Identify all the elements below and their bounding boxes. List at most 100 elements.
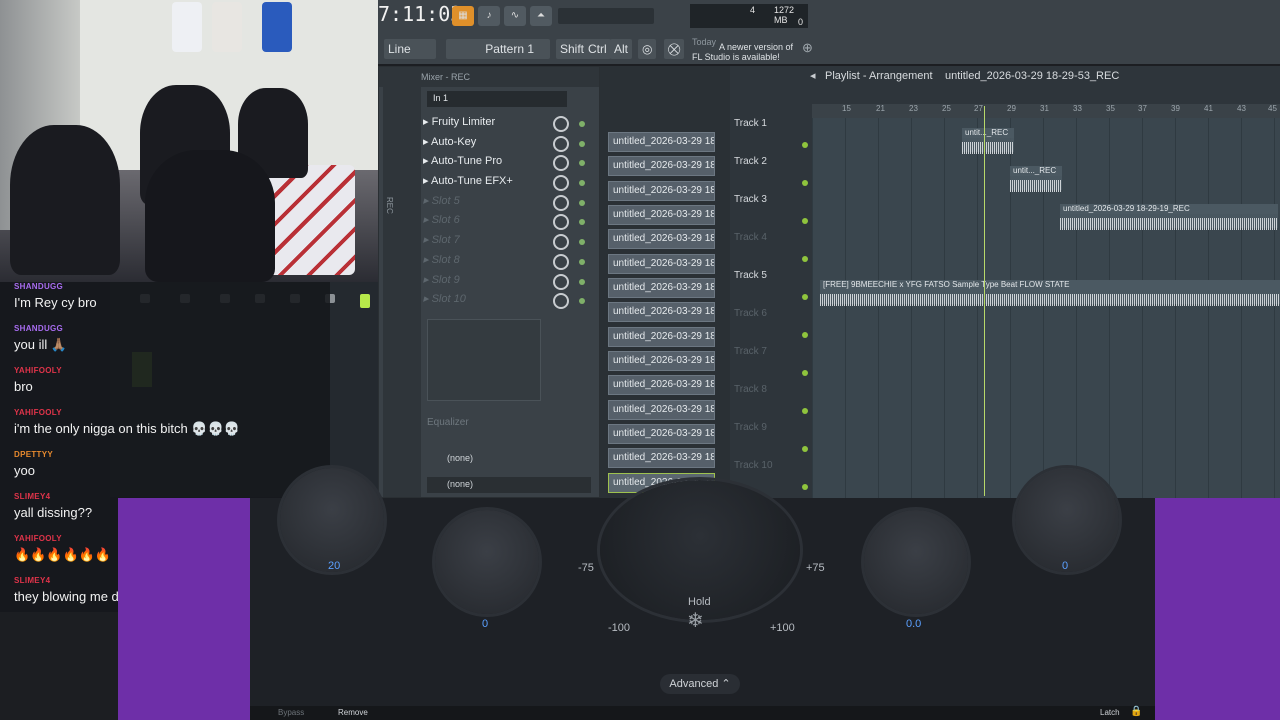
effect-slot[interactable]: ▸ Fruity Limiter bbox=[423, 115, 585, 133]
track-mute-dot[interactable] bbox=[802, 180, 808, 186]
clip-item[interactable]: untitled_2026-03-29 18-... bbox=[608, 278, 715, 298]
track-mute-dot[interactable] bbox=[802, 142, 808, 148]
clip-item[interactable]: untitled_2026-03-29 18-... bbox=[608, 448, 715, 468]
typing-keyboard-icon[interactable]: ♪ bbox=[478, 6, 500, 26]
track-mute-dot[interactable] bbox=[802, 256, 808, 262]
knob[interactable] bbox=[864, 510, 968, 614]
track-mute-dot[interactable] bbox=[802, 446, 808, 452]
slot-enable-dot[interactable] bbox=[579, 160, 585, 166]
clip-item[interactable]: untitled_2026-03-29 18-... bbox=[608, 181, 715, 201]
news-text[interactable]: A newer version of FL Studio is availabl… bbox=[692, 42, 802, 62]
mix-knob[interactable] bbox=[553, 234, 569, 250]
track-header[interactable]: Track 3 bbox=[734, 194, 812, 230]
slot-enable-dot[interactable] bbox=[579, 141, 585, 147]
remove-toggle[interactable]: Remove bbox=[338, 708, 368, 717]
clip-item[interactable]: untitled_2026-03-29 18-... bbox=[608, 424, 715, 444]
effect-slot[interactable]: ▸ Slot 10 bbox=[423, 292, 585, 310]
shop-cart-icon[interactable]: ⛒ bbox=[664, 39, 685, 59]
slot-enable-dot[interactable] bbox=[579, 298, 585, 304]
mix-knob[interactable] bbox=[553, 155, 569, 171]
mix-knob[interactable] bbox=[553, 116, 569, 132]
record-mode-icon[interactable]: ▦ bbox=[452, 6, 474, 26]
effect-slot[interactable]: ▸ Slot 9 bbox=[423, 273, 585, 291]
effect-slot[interactable]: ▸ Auto-Key bbox=[423, 135, 585, 153]
effect-slot[interactable]: ▸ Auto-Tune EFX+ bbox=[423, 174, 585, 192]
mix-knob[interactable] bbox=[553, 274, 569, 290]
mix-knob[interactable] bbox=[553, 293, 569, 309]
clip-item[interactable]: untitled_2026-03-29 18-... bbox=[608, 254, 715, 274]
timeline-ruler[interactable]: 15 21 23 25 27 29 31 33 35 37 39 41 43 4… bbox=[812, 104, 1280, 118]
clip-item[interactable]: untitled_2026-03-29 18-... bbox=[608, 229, 715, 249]
audio-clip[interactable]: untit..._REC bbox=[1010, 166, 1062, 192]
slot-enable-dot[interactable] bbox=[579, 239, 585, 245]
master-volume-slider[interactable] bbox=[558, 8, 654, 24]
ctrl-button[interactable]: Ctrl bbox=[584, 39, 611, 59]
effect-slot[interactable]: ▸ Slot 7 bbox=[423, 233, 585, 251]
slot-enable-dot[interactable] bbox=[579, 180, 585, 186]
lock-icon[interactable]: 🔒 bbox=[1130, 706, 1142, 717]
track-header[interactable]: Track 2 bbox=[734, 156, 812, 192]
track-header[interactable]: Track 7 bbox=[734, 346, 812, 382]
scroll-icon[interactable]: ◎ bbox=[638, 39, 657, 59]
fader[interactable] bbox=[360, 294, 370, 308]
clip-item[interactable]: untitled_2026-03-29 18-... bbox=[608, 132, 715, 152]
track-header[interactable]: Track 1 bbox=[734, 118, 812, 154]
metronome-icon[interactable]: ⏶ bbox=[530, 6, 552, 26]
clip-item[interactable]: untitled_2026-03-29 18-... bbox=[608, 205, 715, 225]
playhead[interactable] bbox=[984, 106, 985, 496]
clip-item[interactable]: untitled_2026-03-29 18-... bbox=[608, 375, 715, 395]
clip-item[interactable]: untitled_2026-03-29 18-... bbox=[608, 400, 715, 420]
track-mute-dot[interactable] bbox=[802, 408, 808, 414]
slot-enable-dot[interactable] bbox=[579, 219, 585, 225]
mix-knob[interactable] bbox=[553, 214, 569, 230]
slot-enable-dot[interactable] bbox=[579, 121, 585, 127]
bypass-toggle[interactable]: Bypass bbox=[278, 708, 304, 717]
track-header[interactable]: Track 6 bbox=[734, 308, 812, 344]
knob[interactable] bbox=[1015, 468, 1119, 572]
clip-item[interactable]: untitled_2026-03-29 18-... bbox=[608, 351, 715, 371]
slot-enable-dot[interactable] bbox=[579, 200, 585, 206]
audio-clip[interactable]: [FREE] 9BMEECHIE x YFG FATSO Sample Type… bbox=[820, 280, 1280, 306]
mix-knob[interactable] bbox=[553, 254, 569, 270]
knob[interactable] bbox=[280, 468, 384, 572]
advanced-button[interactable]: Advanced ⌃ bbox=[660, 674, 740, 694]
knob[interactable] bbox=[435, 510, 539, 614]
pattern-selector[interactable]: Pattern 1 bbox=[446, 39, 550, 59]
latch-toggle[interactable]: Latch bbox=[1100, 708, 1120, 717]
clip-item[interactable]: untitled_2026-03-29 18-... bbox=[608, 156, 715, 176]
audio-clip[interactable]: untitled_2026-03-29 18-29-19_REC bbox=[1060, 204, 1278, 230]
mix-knob[interactable] bbox=[553, 175, 569, 191]
clip-item[interactable]: untitled_2026-03-29 18-... bbox=[608, 302, 715, 322]
track-header[interactable]: Track 4 bbox=[734, 232, 812, 268]
eq-graph[interactable] bbox=[427, 319, 541, 401]
effect-slot[interactable]: ▸ Slot 6 bbox=[423, 213, 585, 231]
snap-mode-select[interactable]: Line bbox=[384, 39, 436, 59]
track-header[interactable]: Track 9 bbox=[734, 422, 812, 458]
playlist-title[interactable]: Playlist - Arrangement bbox=[825, 70, 933, 82]
track-mute-dot[interactable] bbox=[802, 218, 808, 224]
audio-clip[interactable]: untit..._REC bbox=[962, 128, 1014, 154]
effect-slot[interactable]: ▸ Slot 5 bbox=[423, 194, 585, 212]
alt-button[interactable]: Alt bbox=[610, 39, 633, 59]
clip-item[interactable]: untitled_2026-03-29 18-... bbox=[608, 327, 715, 347]
slot-enable-dot[interactable] bbox=[579, 259, 585, 265]
mix-knob[interactable] bbox=[553, 195, 569, 211]
input-select[interactable]: In 1 bbox=[427, 91, 567, 107]
mix-knob[interactable] bbox=[553, 136, 569, 152]
effect-slot[interactable]: ▸ Slot 8 bbox=[423, 253, 585, 271]
track-mute-dot[interactable] bbox=[802, 370, 808, 376]
playlist-menu-arrow-icon[interactable]: ◂ bbox=[810, 69, 816, 82]
track-header[interactable]: Track 5 bbox=[734, 270, 812, 306]
output-select[interactable]: (none) bbox=[427, 477, 591, 493]
track-mute-dot[interactable] bbox=[802, 294, 808, 300]
snowflake-icon[interactable]: ❄ bbox=[687, 608, 704, 633]
track-header[interactable]: Track 8 bbox=[734, 384, 812, 420]
mixer-title[interactable]: Mixer - REC bbox=[379, 67, 599, 87]
globe-icon[interactable]: ⊕ bbox=[802, 40, 813, 56]
slot-enable-dot[interactable] bbox=[579, 279, 585, 285]
output-select[interactable]: (none) bbox=[427, 451, 591, 467]
track-mute-dot[interactable] bbox=[802, 484, 808, 490]
effect-slot[interactable]: ▸ Auto-Tune Pro bbox=[423, 154, 585, 172]
wait-input-icon[interactable]: ∿ bbox=[504, 6, 526, 26]
track-mute-dot[interactable] bbox=[802, 332, 808, 338]
